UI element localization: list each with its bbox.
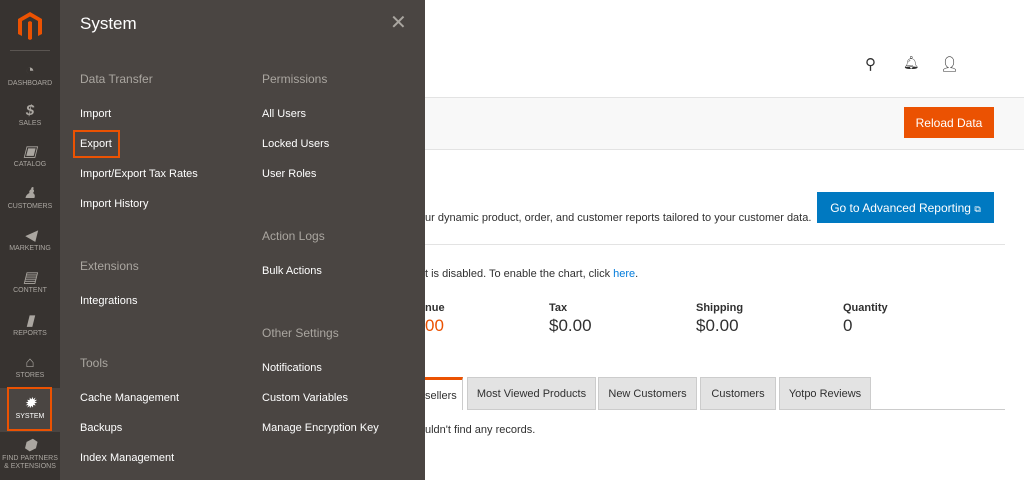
nav-sales[interactable]: $ Sales — [0, 102, 60, 127]
menu-locked-users[interactable]: Locked Users — [262, 138, 329, 150]
nav-label: Content — [13, 287, 47, 294]
enable-chart-link[interactable]: here — [613, 268, 635, 280]
extensions-icon: ⬢ — [23, 437, 37, 454]
nav-label: Marketing — [9, 245, 51, 252]
group-tools: Tools — [80, 356, 109, 370]
nav-label: Customers — [7, 203, 53, 210]
system-flyout-menu: System ✕ Data Transfer Import Export Imp… — [60, 0, 425, 480]
nav-find-partners[interactable]: ⬢ Find Partners & Extensions — [0, 437, 60, 471]
highlight-box — [73, 130, 120, 158]
tax-label: Tax — [549, 302, 568, 314]
store-icon: ⌂ — [25, 354, 35, 371]
menu-import[interactable]: Import — [80, 108, 111, 120]
dollar-icon: $ — [25, 102, 35, 119]
tab-most-viewed-products[interactable]: Most Viewed Products — [467, 377, 596, 410]
quantity-value: 0 — [843, 316, 853, 335]
advanced-reporting-button[interactable]: Go to Advanced Reporting ⧉ — [817, 192, 994, 223]
highlight-box — [7, 387, 52, 431]
divider — [10, 50, 50, 51]
layout-icon: ▤ — [22, 269, 38, 286]
external-link-icon: ⧉ — [974, 203, 981, 214]
bell-icon[interactable]: 🔔︎ — [903, 55, 920, 71]
tab-yotpo-reviews[interactable]: Yotpo Reviews — [779, 377, 871, 410]
dashboard-icon: ◔ — [25, 62, 35, 79]
nav-content[interactable]: ▤ Content — [0, 269, 60, 294]
tab-new-customers[interactable]: New Customers — [598, 377, 697, 410]
reload-data-button[interactable]: Reload Data — [904, 107, 994, 138]
chart-disabled-notice: t is disabled. To enable the chart, clic… — [425, 268, 638, 280]
tab-customers[interactable]: Customers — [700, 377, 776, 410]
empty-records-message: uldn't find any records. — [425, 424, 536, 436]
menu-integrations[interactable]: Integrations — [80, 295, 137, 307]
nav-dashboard[interactable]: ◔ Dashboard — [0, 62, 60, 87]
group-action-logs: Action Logs — [262, 229, 325, 243]
tax-value: $0.00 — [549, 316, 592, 335]
group-other-settings: Other Settings — [262, 326, 339, 340]
quantity-label: Quantity — [843, 302, 888, 314]
bar-chart-icon: ▮ — [25, 312, 35, 329]
menu-cache[interactable]: Cache Management — [80, 392, 179, 404]
reporting-description: ur dynamic product, order, and customer … — [425, 212, 812, 224]
menu-tax-rates[interactable]: Import/Export Tax Rates — [80, 168, 198, 180]
nav-reports[interactable]: ▮ Reports — [0, 312, 60, 337]
admin-sidebar: ◔ Dashboard $ Sales ▣ Catalog ♟ Customers ◀ M… — [0, 0, 60, 480]
box-icon: ▣ — [22, 143, 38, 160]
search-icon[interactable]: ⚲ — [865, 55, 876, 73]
nav-label: Stores — [15, 372, 45, 379]
group-data-transfer: Data Transfer — [80, 72, 153, 86]
button-label: Go to Advanced Reporting — [830, 200, 971, 215]
shipping-value: $0.00 — [696, 316, 739, 335]
nav-stores[interactable]: ⌂ Stores — [0, 354, 60, 379]
user-icon[interactable]: 👤︎ — [940, 55, 959, 73]
tab-baseline — [871, 409, 1005, 410]
revenue-value: 00 — [425, 316, 444, 335]
nav-label: Dashboard — [7, 80, 53, 87]
shipping-label: Shipping — [696, 302, 744, 314]
nav-label: Sales — [18, 120, 42, 127]
megaphone-icon: ◀ — [24, 227, 36, 244]
group-extensions: Extensions — [80, 259, 139, 273]
menu-import-history[interactable]: Import History — [80, 198, 148, 210]
nav-catalog[interactable]: ▣ Catalog — [0, 143, 60, 168]
menu-index[interactable]: Index Management — [80, 452, 174, 464]
nav-marketing[interactable]: ◀ Marketing — [0, 227, 60, 252]
tab-bestsellers[interactable]: sellers — [425, 377, 463, 410]
menu-notifications[interactable]: Notifications — [262, 362, 322, 374]
nav-label: Catalog — [13, 161, 47, 168]
divider — [425, 244, 1005, 245]
menu-encryption[interactable]: Manage Encryption Key — [262, 422, 379, 434]
menu-user-roles[interactable]: User Roles — [262, 168, 316, 180]
menu-custom-variables[interactable]: Custom Variables — [262, 392, 348, 404]
close-icon[interactable]: ✕ — [390, 10, 407, 35]
nav-customers[interactable]: ♟ Customers — [0, 185, 60, 210]
flyout-title: System — [80, 14, 137, 33]
person-icon: ♟ — [23, 185, 37, 202]
menu-all-users[interactable]: All Users — [262, 108, 306, 120]
menu-bulk-actions[interactable]: Bulk Actions — [262, 265, 322, 277]
magento-logo[interactable] — [14, 10, 46, 42]
nav-label: Find Partners & Extensions — [2, 455, 58, 470]
notice-text: t is disabled. To enable the chart, clic… — [425, 268, 614, 280]
notice-end: . — [635, 268, 639, 280]
group-permissions: Permissions — [262, 72, 328, 86]
revenue-label: nue — [425, 302, 445, 314]
menu-backups[interactable]: Backups — [80, 422, 122, 434]
nav-label: Reports — [13, 330, 47, 337]
